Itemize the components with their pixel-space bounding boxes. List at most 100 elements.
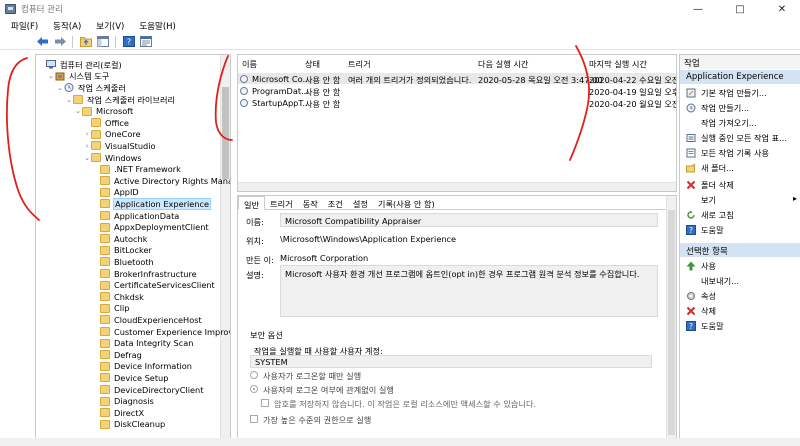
column-header-trigger[interactable]: 트리거	[348, 58, 371, 69]
task-row[interactable]: StartupAppT... 사용 안 함 2020-04-20 월요일 오전 …	[238, 97, 676, 109]
tree-item[interactable]: ⌄ Windows	[83, 152, 142, 164]
tree-item[interactable]: › VisualStudio	[83, 140, 156, 152]
tree-item[interactable]: DiskCleanup	[92, 419, 165, 431]
tree-item[interactable]: AppxDeploymentClient	[92, 221, 209, 233]
tree-item[interactable]: Device Information	[92, 361, 192, 373]
minimize-button[interactable]: —	[684, 0, 712, 18]
column-header-status[interactable]: 상태	[305, 58, 320, 69]
tree-item[interactable]: Autochk	[92, 233, 147, 245]
tree-item[interactable]: ⌄ 작업 스케줄러	[56, 82, 126, 94]
tree-item[interactable]: Application Experience	[92, 197, 212, 210]
action-item[interactable]: 속성	[686, 290, 716, 301]
collapse-arrow-icon[interactable]: ⌄	[83, 154, 91, 162]
tree-scrollbar-thumb[interactable]	[222, 87, 229, 179]
action-item[interactable]: 모든 작업 기록 사용	[686, 147, 769, 158]
tree-item[interactable]: Diagnosis	[92, 395, 154, 407]
tree-item[interactable]: DirectX	[92, 407, 144, 419]
tab-general[interactable]: 일반	[238, 196, 266, 210]
action-item[interactable]: ? 도움말	[686, 224, 724, 235]
collapse-arrow-icon[interactable]: ⌄	[47, 72, 55, 80]
tree-scrollbar[interactable]	[220, 55, 230, 445]
properties-scrollbar[interactable]	[666, 196, 676, 445]
task-row[interactable]: Microsoft Co... 사용 안 함 여러 개의 트리거가 정의되었습니…	[238, 73, 676, 85]
tree-item[interactable]: ⌄ 작업 스케줄러 라이브러리	[65, 94, 175, 106]
tree-item[interactable]: AppID	[92, 187, 139, 199]
checkbox-do-not-store-password[interactable]	[261, 399, 269, 407]
tab-conditions[interactable]: 조건	[323, 196, 348, 210]
column-header-next-run[interactable]: 다음 실행 시간	[478, 58, 528, 69]
radio-run-whether-logged-on[interactable]	[250, 385, 258, 393]
tree-item[interactable]: Active Directory Rights Manager	[92, 175, 230, 187]
task-list-hscrollbar[interactable]	[238, 182, 676, 191]
tree-item[interactable]: .NET Framework	[92, 163, 181, 175]
menu-action[interactable]: 동작(A)	[42, 20, 85, 32]
expand-arrow-icon[interactable]: ›	[83, 130, 91, 138]
tree-item[interactable]: 컴퓨터 관리(로컬)	[38, 59, 122, 71]
action-item[interactable]: 폴더 삭제	[686, 179, 734, 190]
tree-item[interactable]: BitLocker	[92, 245, 152, 257]
action-item[interactable]: 작업 만들기...	[686, 102, 749, 113]
tree-item[interactable]: BrokerInfrastructure	[92, 268, 197, 280]
action-item[interactable]: 새로 고침	[686, 209, 734, 220]
properties-scrollbar-thumb[interactable]	[668, 210, 675, 435]
tree-item[interactable]: CertificateServicesClient	[92, 279, 215, 291]
menu-view[interactable]: 보기(V)	[85, 20, 128, 32]
radio-run-logged-on[interactable]	[250, 371, 258, 379]
properties-icon[interactable]	[139, 35, 152, 48]
tree-item[interactable]: Defrag	[92, 349, 142, 361]
action-item[interactable]: 삭제	[686, 305, 716, 316]
console-tree-icon[interactable]	[96, 35, 109, 48]
tree-item[interactable]: ⌄ Microsoft	[74, 105, 133, 117]
highest-privileges-label[interactable]: 가장 높은 수준의 권한으로 실행	[263, 414, 371, 426]
column-header-name[interactable]: 이름	[242, 58, 257, 69]
action-item[interactable]: 실행 중인 모든 작업 표...	[686, 132, 787, 143]
tree-item[interactable]: CloudExperienceHost	[92, 314, 202, 326]
actions-section-selected-item[interactable]: 선택한 항목	[680, 243, 800, 257]
action-item[interactable]: 내보내기...	[686, 275, 739, 286]
name-field[interactable]: Microsoft Compatibility Appraiser	[280, 213, 658, 227]
tree-item[interactable]: Office	[83, 117, 129, 129]
menu-help[interactable]: 도움말(H)	[128, 20, 179, 32]
tab-actions[interactable]: 동작	[298, 196, 323, 210]
actions-section-folder[interactable]: Application Experience	[680, 70, 800, 84]
tree-item-label: BrokerInfrastructure	[114, 268, 197, 279]
tree-item[interactable]: DeviceDirectoryClient	[92, 384, 203, 396]
tree-item[interactable]: › OneCore	[83, 129, 141, 141]
tree-item[interactable]: Customer Experience Improveme	[92, 326, 230, 338]
description-field[interactable]: Microsoft 사용자 환경 개선 프로그램에 옵트인(opt in)한 경…	[280, 265, 658, 317]
collapse-arrow-icon[interactable]: ⌄	[74, 107, 82, 115]
expand-arrow-icon[interactable]: ›	[83, 142, 91, 150]
do-not-store-password-label[interactable]: 암호를 저장하지 않습니다. 이 작업은 로컬 리소스에만 액세스할 수 있습니…	[274, 398, 536, 410]
run-as-account[interactable]: SYSTEM	[250, 355, 652, 368]
tree-item[interactable]: Clip	[92, 303, 129, 315]
tab-history[interactable]: 기록(사용 안 함)	[373, 196, 440, 210]
maximize-button[interactable]: □	[726, 0, 754, 18]
tree-item[interactable]: ApplicationData	[92, 210, 179, 222]
checkbox-highest-privileges[interactable]	[250, 415, 258, 423]
collapse-arrow-icon[interactable]: ⌄	[56, 84, 64, 92]
task-row[interactable]: ProgramDat... 사용 안 함 2020-04-19 일요일 오후 6	[238, 85, 676, 97]
action-item[interactable]: 보기	[686, 194, 716, 205]
tab-triggers[interactable]: 트리거	[265, 196, 298, 210]
radio-run-whether-label[interactable]: 사용자의 로그온 여부에 관계없이 실행	[263, 384, 394, 396]
tree-item[interactable]: Device Setup	[92, 372, 168, 384]
action-item[interactable]: ? 도움말	[686, 320, 724, 331]
help-icon[interactable]: ?	[122, 35, 135, 48]
column-header-last-run[interactable]: 마지막 실행 시간	[589, 58, 647, 69]
back-arrow-icon[interactable]	[36, 35, 49, 48]
action-item[interactable]: 작업 가져오기...	[686, 117, 757, 128]
tab-settings[interactable]: 설정	[348, 196, 373, 210]
forward-arrow-icon[interactable]	[53, 35, 66, 48]
action-item[interactable]: 사용	[686, 260, 716, 271]
action-item[interactable]: 기본 작업 만들기...	[686, 87, 767, 98]
folder-up-icon[interactable]	[79, 35, 92, 48]
radio-run-logged-on-label[interactable]: 사용자가 로그온할 때만 실행	[263, 370, 361, 382]
action-item[interactable]: 새 폴더...	[686, 162, 734, 173]
tree-item[interactable]: Chkdsk	[92, 291, 144, 303]
tree-item[interactable]: Data Integrity Scan	[92, 337, 193, 349]
tree-item[interactable]: ⌄ 시스템 도구	[47, 71, 109, 83]
menu-file[interactable]: 파일(F)	[0, 20, 42, 32]
collapse-arrow-icon[interactable]: ⌄	[65, 96, 73, 104]
tree-item[interactable]: Bluetooth	[92, 256, 154, 268]
close-button[interactable]: ✕	[768, 0, 796, 18]
